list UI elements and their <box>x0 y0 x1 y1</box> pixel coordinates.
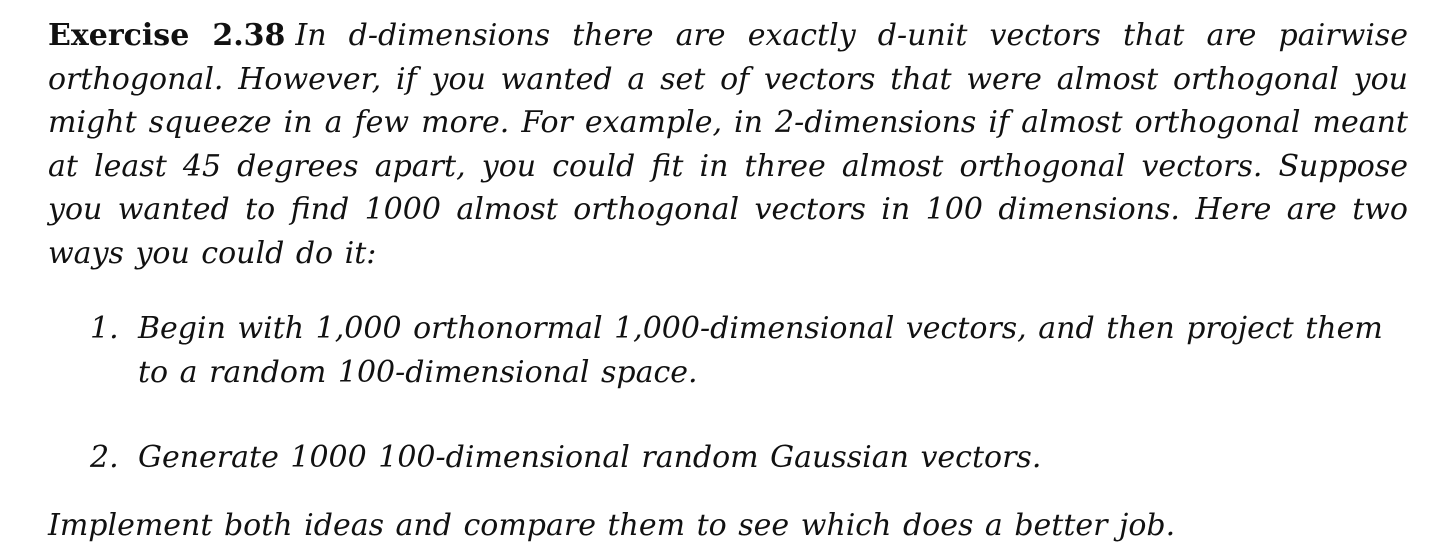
exercise-closing-paragraph: Implement both ideas and compare them to… <box>48 508 1176 543</box>
list-item-marker: 1. <box>90 311 119 346</box>
list-item-marker: 2. <box>90 440 119 475</box>
exercise-intro-paragraph: Exercise 2.38 In d-dimensions there are e… <box>48 14 1408 275</box>
exercise-intro-text: In d-dimensions there are exactly d-unit… <box>48 18 1408 271</box>
list-item: 1. Begin with 1,000 orthonormal 1,000-di… <box>90 307 1408 394</box>
list-item-text: Begin with 1,000 orthonormal 1,000-dimen… <box>138 311 1383 390</box>
exercise-label: Exercise 2.38 <box>48 18 286 53</box>
exercise-item-list-second: 2. Generate 1000 100-dimensional random … <box>90 436 1408 480</box>
list-item: 2. Generate 1000 100-dimensional random … <box>90 436 1408 480</box>
exercise-block: Exercise 2.38 In d-dimensions there are e… <box>48 14 1408 543</box>
list-item-text: Generate 1000 100-dimensional random Gau… <box>138 440 1042 475</box>
exercise-item-list: 1. Begin with 1,000 orthonormal 1,000-di… <box>90 307 1408 394</box>
